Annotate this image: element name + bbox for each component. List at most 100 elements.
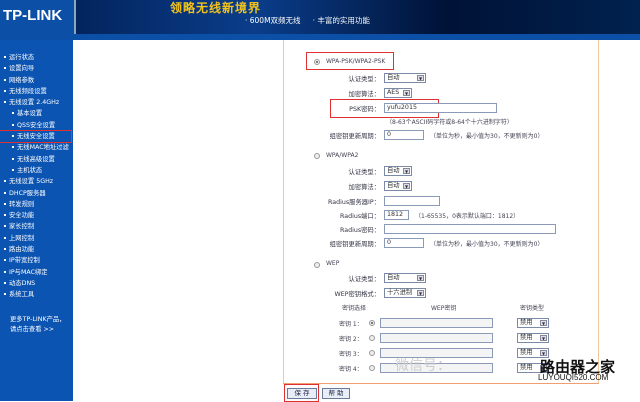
key-label: 密钥 4： (339, 366, 363, 373)
bullet-icon (4, 270, 6, 273)
bullet-icon (4, 56, 6, 58)
radius-ip-input[interactable] (384, 196, 440, 206)
bullet-icon (4, 202, 6, 205)
bullet-icon (4, 89, 6, 92)
wpa-enc-select[interactable]: 自动 ▼ (384, 181, 412, 191)
bullet-icon (12, 146, 14, 149)
bullet-icon (12, 112, 14, 115)
sidebar-item-label: 安全功能 (9, 212, 35, 220)
wpa-radio[interactable] (314, 153, 320, 159)
sidebar-item-label: DHCP服务器 (9, 189, 46, 197)
sidebar-item-label: 动态DNS (9, 279, 36, 287)
sidebar-item-label: 家长控制 (9, 223, 35, 231)
sidebar-item[interactable]: 设置向导 (0, 63, 73, 74)
port-note: （1-65535，0表示默认端口：1812） (415, 213, 520, 220)
bullet-icon (12, 157, 14, 160)
sidebar-item[interactable]: 无线MAC地址过滤 (0, 142, 73, 153)
header-banner: TP-LINK 领略无线新境界 · 600M双频无线 · 丰富的实用功能 (0, 0, 640, 34)
sidebar-item[interactable]: 系统工具 (0, 289, 73, 300)
label: WEP密钥格式： (334, 291, 381, 298)
label: Radius密码： (339, 227, 380, 234)
label: PSK密码： (349, 106, 380, 113)
bullet-icon (4, 259, 6, 262)
sidebar-item-label: 无线MAC地址过滤 (17, 144, 69, 152)
sidebar-item[interactable]: 无线频段设置 (0, 86, 73, 97)
sidebar-item[interactable]: 家长控制 (0, 221, 73, 232)
more-products-link[interactable]: 更多TP-LINK产品， 请点击查看 >> (0, 301, 73, 335)
chevron-down-icon: ▼ (540, 320, 547, 326)
key-type-select[interactable]: 禁用 ▼ (517, 333, 549, 343)
content-panel: WPA-PSK/WPA2-PSK 认证类型： 自动 ▼ 加密算法： AES ▼ PS… (283, 40, 599, 402)
wep-key-input[interactable] (380, 333, 493, 343)
sidebar-item-label: 运行状态 (9, 54, 35, 61)
sidebar-item[interactable]: 运行状态 (0, 52, 73, 63)
bullet-icon (4, 225, 6, 228)
bullet-icon (4, 293, 6, 296)
sidebar-item-label: 主机状态 (17, 166, 43, 174)
more-line: 更多TP-LINK产品， (10, 315, 66, 323)
sidebar-item[interactable]: 无线设置 2.4GHz (0, 97, 73, 108)
help-button[interactable]: 帮 助 (322, 388, 350, 399)
sidebar-item[interactable]: 路由功能 (0, 244, 73, 255)
encryption-select[interactable]: AES ▼ (384, 88, 412, 98)
gap (73, 40, 79, 401)
psk-password-input[interactable]: yufu2015 (384, 103, 497, 113)
chevron-down-icon: ▼ (403, 168, 410, 174)
renew-note: （单位为秒，最小值为30，不更新则为0） (430, 133, 544, 140)
sidebar-item-label: 上网控制 (9, 234, 35, 242)
wpa-auth-select[interactable]: 自动 ▼ (384, 166, 412, 176)
auth-type-select[interactable]: 自动 ▼ (384, 73, 426, 83)
sidebar-item[interactable]: 无线安全设置 (0, 130, 72, 144)
sidebar-item[interactable]: 无线高级设置 (0, 154, 73, 165)
wpa-renew-input[interactable]: 0 (384, 238, 424, 248)
bullet-icon (4, 101, 6, 104)
psk-note: （8-63个ASCII码字符或8-64个十六进制字符） (386, 119, 513, 126)
key-select-radio[interactable] (369, 320, 375, 326)
sidebar-item[interactable]: 动态DNS (0, 278, 73, 289)
key-type-select[interactable]: 禁用 ▼ (517, 318, 549, 328)
sidebar-item[interactable]: 安全功能 (0, 210, 73, 221)
sidebar-item-label: 无线频段设置 (9, 87, 47, 95)
wpa-psk-radio[interactable] (314, 59, 320, 65)
sidebar-item[interactable]: IP带宽控制 (0, 255, 73, 266)
label: 加密算法： (348, 91, 380, 98)
bullet-icon (4, 214, 6, 217)
sidebar-item-label: 网络参数 (9, 76, 35, 84)
sidebar-item[interactable]: 基本设置 (0, 108, 73, 119)
bullet-icon (4, 67, 6, 70)
radius-port-input[interactable]: 1812 (384, 210, 409, 220)
sidebar: 运行状态设置向导网络参数无线频段设置无线设置 2.4GHz 基本设置 QSS安全设置… (0, 40, 73, 401)
sidebar-item-label: IP与MAC绑定 (9, 268, 48, 276)
bullet-icon (4, 248, 6, 251)
sidebar-item[interactable]: 转发规则 (0, 199, 73, 210)
chevron-down-icon: ▼ (417, 275, 424, 281)
chevron-down-icon: ▼ (540, 335, 547, 341)
column-header: 密钥类型 (520, 305, 545, 312)
more-line: 请点击查看 >> (10, 325, 55, 333)
key-select-radio[interactable] (369, 365, 375, 371)
sidebar-item-label: 无线高级设置 (17, 155, 55, 163)
slogan: 领略无线新境界 (170, 1, 262, 15)
wep-radio[interactable] (314, 262, 320, 268)
sidebar-item[interactable]: IP与MAC绑定 (0, 267, 73, 278)
bullet-icon (12, 123, 14, 126)
sidebar-item[interactable]: DHCP服务器 (0, 188, 73, 199)
sidebar-item-label: 转发规则 (9, 200, 35, 208)
renew-interval-input[interactable]: 0 (384, 130, 424, 140)
key-select-radio[interactable] (369, 350, 375, 356)
sidebar-item[interactable]: 网络参数 (0, 75, 73, 86)
highlight-box (284, 384, 319, 402)
label: 组密钥更新周期： (329, 241, 380, 248)
wep-key-input[interactable] (380, 318, 493, 328)
sidebar-item-label: 基本设置 (17, 110, 43, 118)
bullet-icon (4, 180, 6, 183)
wep-format-select[interactable]: 十六进制 ▼ (384, 288, 426, 298)
sidebar-item[interactable]: 上网控制 (0, 233, 73, 244)
sidebar-item[interactable]: QSS安全设置 (0, 120, 73, 131)
key-select-radio[interactable] (369, 335, 375, 341)
wep-auth-select[interactable]: 自动 ▼ (384, 273, 426, 283)
radius-password-input[interactable] (384, 224, 556, 234)
sidebar-item[interactable]: 无线设置 5GHz (0, 176, 73, 187)
sidebar-item[interactable]: 主机状态 (0, 165, 73, 176)
chevron-down-icon: ▼ (403, 183, 410, 189)
